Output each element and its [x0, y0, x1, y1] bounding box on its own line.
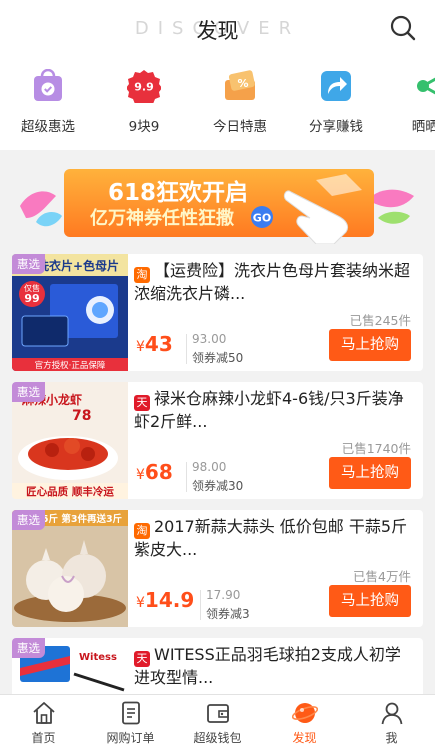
- product-card[interactable]: 麻辣小龙虾 78 匠心品质 顺丰冷运 惠选 天禄米仓麻辣小龙虾4-6钱/只3斤装…: [12, 382, 423, 499]
- tab-label: 网购订单: [106, 731, 155, 745]
- category-label: 今日特惠: [213, 119, 267, 135]
- product-title-row[interactable]: 淘【运费险】洗衣片色母片套装纳米超浓缩洗衣片磷...: [134, 260, 413, 304]
- buy-now-button[interactable]: 马上抢购: [329, 457, 411, 489]
- coupon-text: 领券减30: [192, 479, 244, 493]
- category-label: 超级惠选: [21, 119, 75, 135]
- tab-wallet[interactable]: 超级钱包: [174, 695, 261, 749]
- order-list-icon: [121, 701, 140, 725]
- thumb-caption: 官方授权·正品保障: [35, 360, 106, 371]
- thumb-caption: 洗衣片+色母片: [37, 258, 119, 273]
- product-thumbnail[interactable]: 洗衣片+色母片 仅售 99 官方授权·正品保障 惠选: [12, 254, 128, 371]
- category-nine-nine[interactable]: 9.9 9块9: [96, 58, 192, 150]
- product-thumbnail[interactable]: 5斤 第3件再送3斤 惠选: [12, 510, 128, 627]
- thumb-caption: 5斤 第3件再送3斤: [42, 513, 123, 525]
- price-value: 68: [144, 460, 173, 484]
- category-share-earn[interactable]: 分享赚钱: [288, 58, 384, 150]
- tab-orders[interactable]: 网购订单: [87, 695, 174, 749]
- product-info: 淘 2017新蒜大蒜头 低价包邮 干蒜5斤紫皮大... 已售4万件 ¥14.9 1…: [134, 516, 413, 624]
- product-tag: 惠选: [12, 382, 45, 402]
- price-divider: [186, 462, 187, 492]
- original-price: 17.90: [206, 588, 241, 602]
- home-icon: [32, 702, 55, 724]
- taobao-icon: 淘: [134, 523, 150, 539]
- category-label: 晒晒涨: [411, 119, 435, 135]
- buy-now-button[interactable]: 马上抢购: [329, 585, 411, 617]
- taobao-icon: 淘: [134, 267, 150, 283]
- product-card[interactable]: 5斤 第3件再送3斤 惠选 淘 2017新蒜大蒜头 低价包邮 干蒜5斤紫皮大...…: [12, 510, 423, 627]
- product-title-row[interactable]: 天 WITESS正品羽毛球拍2支成人初学进攻型情...: [134, 644, 413, 688]
- product-title-row[interactable]: 天禄米仓麻辣小龙虾4-6钱/只3斤装净虾2斤鲜...: [134, 388, 413, 432]
- product-price: ¥14.9: [136, 588, 194, 612]
- shopping-bag-icon: [34, 69, 62, 101]
- svg-text:%: %: [237, 77, 248, 90]
- currency-symbol: ¥: [136, 467, 145, 483]
- product-title: 禄米仓麻辣小龙虾4-6钱/只3斤装净虾2斤鲜...: [134, 389, 404, 431]
- sold-count: 已售4万件: [353, 569, 411, 584]
- nine-nine-badge-text: 9.9: [134, 81, 154, 94]
- thumb-caption: Witess: [79, 652, 117, 663]
- currency-symbol: ¥: [136, 339, 145, 355]
- category-label: 9块9: [128, 119, 160, 135]
- tab-label: 发现: [292, 731, 317, 745]
- price-value: 14.9: [144, 588, 195, 612]
- sold-count: 已售1740件: [341, 441, 411, 456]
- thumb-caption: 78: [72, 408, 91, 424]
- share-arrow-icon: [321, 71, 351, 101]
- category-show-rise[interactable]: 晒晒涨: [384, 58, 435, 150]
- tab-home[interactable]: 首页: [0, 695, 87, 749]
- tab-me[interactable]: 我: [348, 695, 435, 749]
- currency-symbol: ¥: [136, 595, 145, 611]
- product-info: 天禄米仓麻辣小龙虾4-6钱/只3斤装净虾2斤鲜... 已售1740件 ¥68 9…: [134, 388, 413, 496]
- tmall-icon: 天: [134, 651, 150, 667]
- banner-line1: 618狂欢开启: [108, 179, 248, 206]
- tab-label: 我: [385, 731, 398, 745]
- tab-label: 超级钱包: [193, 731, 242, 745]
- price-divider: [200, 590, 201, 620]
- tab-label: 首页: [31, 731, 56, 745]
- percent-ticket-icon: %: [225, 70, 255, 100]
- header-bar: DISCOVER 发现: [0, 0, 435, 58]
- nine-nine-badge-icon: 9.9: [127, 70, 161, 103]
- wallet-icon: [206, 704, 229, 723]
- price-divider: [186, 334, 187, 364]
- product-tag: 惠选: [12, 638, 45, 658]
- coupon-text: 领券减3: [206, 607, 250, 621]
- sold-count: 已售245件: [349, 313, 411, 328]
- product-title: 2017新蒜大蒜头 低价包邮 干蒜5斤紫皮大...: [134, 517, 408, 559]
- promo-banner[interactable]: 618狂欢开启 亿万神券任性狂撒 GO: [16, 166, 419, 244]
- product-title: WITESS正品羽毛球拍2支成人初学进攻型情...: [134, 645, 401, 687]
- page-title: 发现: [196, 19, 239, 43]
- category-strip: 超级惠选 9.9 9块9 % 今日特惠 分享赚钱 晒晒: [0, 58, 435, 150]
- thumb-caption: 99: [24, 292, 39, 305]
- product-title: 【运费险】洗衣片色母片套装纳米超浓缩洗衣片磷...: [134, 261, 411, 303]
- person-icon: [381, 702, 402, 725]
- banner-line2: 亿万神券任性狂撒: [90, 207, 235, 229]
- product-price: ¥43: [136, 332, 173, 356]
- tmall-icon: 天: [134, 395, 150, 411]
- search-icon[interactable]: [389, 14, 417, 42]
- product-info: 淘【运费险】洗衣片色母片套装纳米超浓缩洗衣片磷... 已售245件 ¥43 93…: [134, 260, 413, 368]
- category-label: 分享赚钱: [309, 119, 363, 135]
- price-value: 43: [144, 332, 173, 356]
- category-super-pick[interactable]: 超级惠选: [0, 58, 96, 150]
- bottom-tab-bar: 首页 网购订单 超级钱包 发现 我: [0, 694, 435, 749]
- planet-discover-icon: [291, 703, 318, 723]
- product-title-row[interactable]: 淘 2017新蒜大蒜头 低价包邮 干蒜5斤紫皮大...: [134, 516, 413, 560]
- original-price: 98.00: [192, 460, 227, 474]
- coupon-text: 领券减50: [192, 351, 244, 365]
- product-tag: 惠选: [12, 254, 45, 274]
- share-nodes-icon: [417, 77, 435, 95]
- thumb-caption: 匠心品质 顺丰冷运: [26, 485, 114, 498]
- discover-page: DISCOVER 发现 超级惠选 9.9 9块9 % 今日特惠 分享赚钱 晒晒 …: [0, 0, 435, 749]
- product-tag: 惠选: [12, 510, 45, 530]
- product-thumbnail[interactable]: 麻辣小龙虾 78 匠心品质 顺丰冷运 惠选: [12, 382, 128, 499]
- banner-go: GO: [253, 212, 271, 225]
- original-price: 93.00: [192, 332, 227, 346]
- product-price: ¥68: [136, 460, 173, 484]
- product-card[interactable]: 洗衣片+色母片 仅售 99 官方授权·正品保障 惠选 淘【运费险】洗衣片色母片套…: [12, 254, 423, 371]
- category-today-deal[interactable]: % 今日特惠: [192, 58, 288, 150]
- tab-discover[interactable]: 发现: [261, 695, 348, 749]
- product-list: 洗衣片+色母片 仅售 99 官方授权·正品保障 惠选 淘【运费险】洗衣片色母片套…: [12, 254, 423, 749]
- buy-now-button[interactable]: 马上抢购: [329, 329, 411, 361]
